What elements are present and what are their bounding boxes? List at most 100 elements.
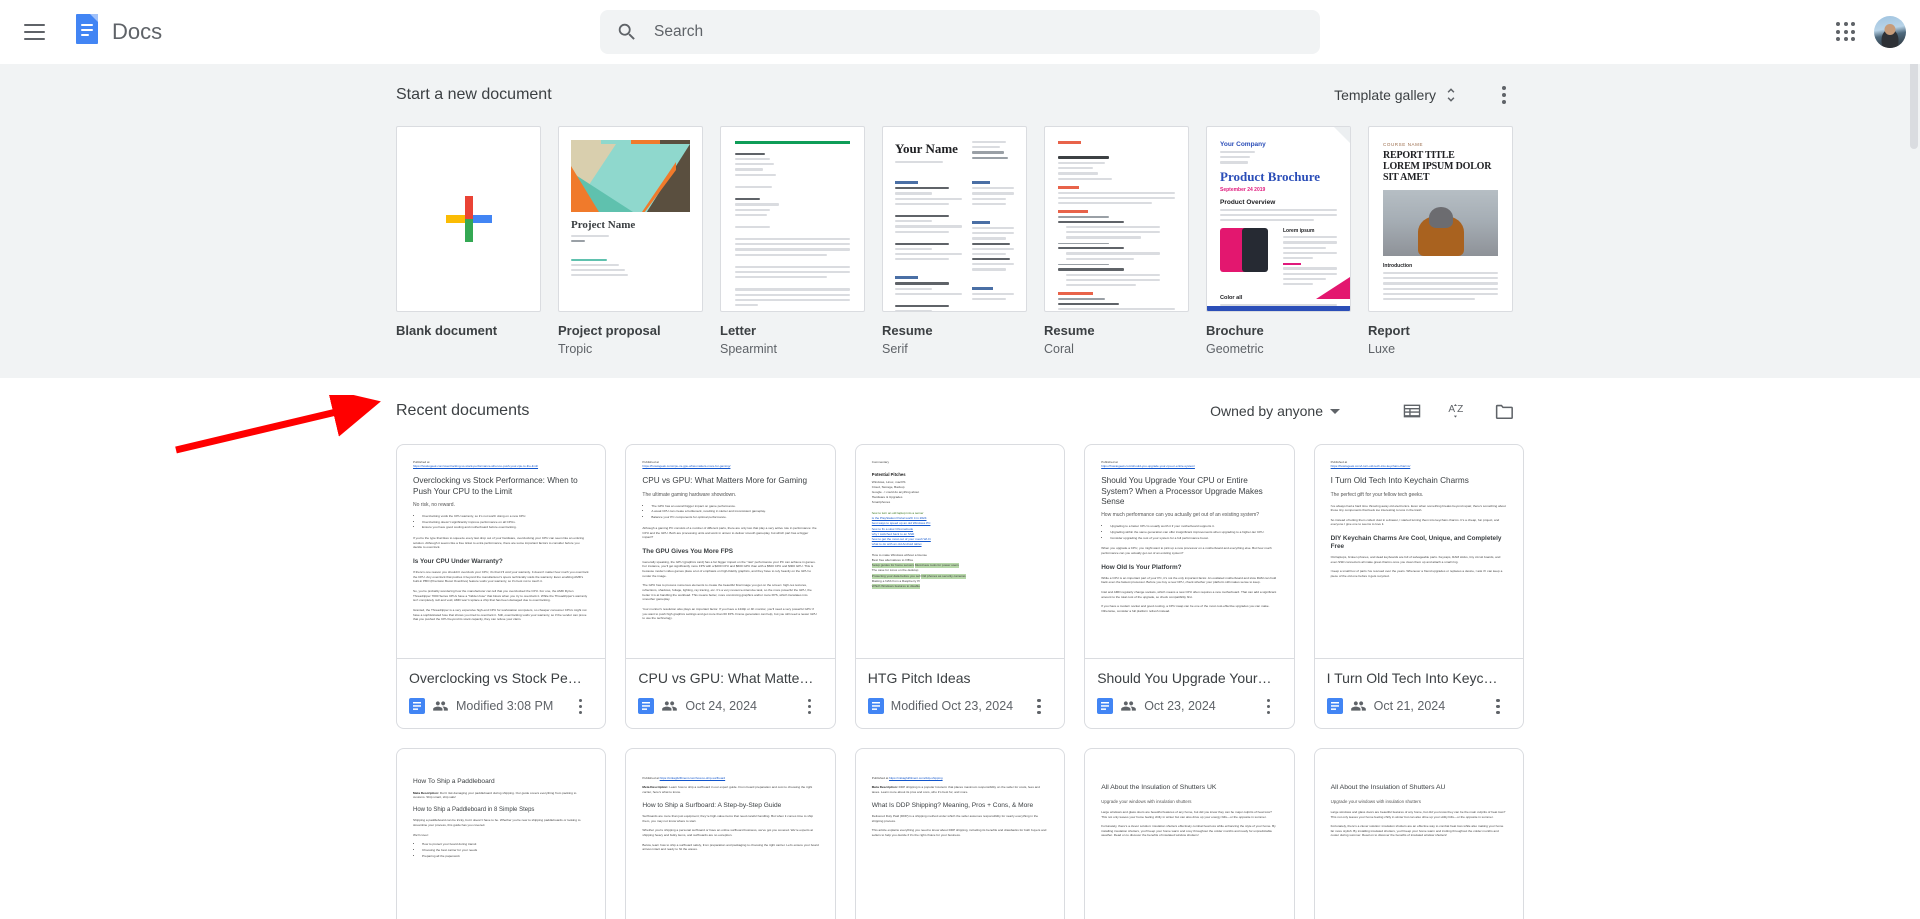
preview-check-item: Must-have tools for power users [914, 563, 959, 569]
sort-az-icon[interactable]: A Z [1438, 391, 1478, 431]
template-thumbnail-tropic[interactable]: Project Name [558, 126, 703, 312]
template-thumbnail-coral[interactable] [1044, 126, 1189, 312]
preview-paragraph: If there's one reason you shouldn't over… [413, 570, 589, 584]
document-thumbnail[interactable]: Published at https://howtogeek.com/i-tur… [1313, 444, 1524, 660]
document-card[interactable]: Published at https://howtogeek.com/i-tur… [1313, 444, 1524, 730]
document-thumbnail[interactable]: Published at https://mikagfulfilment.com… [625, 748, 836, 919]
preview-link: what to do with an old Android tablet [871, 542, 922, 547]
preview-paragraph: Old laptops, broken phones, and dead key… [1330, 555, 1501, 564]
top-app-bar: Docs [0, 0, 1920, 64]
document-card[interactable]: Published at https://mikagfulfilment.com… [854, 748, 1066, 919]
template-label: Brochure [1206, 323, 1264, 338]
template-card-blank-document[interactable]: Blank document [396, 126, 541, 356]
preview-subheading: Upgrade your windows with insulation shu… [1330, 798, 1421, 804]
template-preview-date: September 24 2019 [1220, 186, 1266, 193]
preview-paragraph: Fortunately, there's a clever solution: … [1101, 824, 1276, 838]
preview-paragraph: So, you're probably wondering how the ma… [413, 588, 588, 603]
document-thumbnail[interactable]: Published at https://howtogeek.com/overc… [396, 444, 607, 660]
document-thumbnail[interactable]: Published at https://mikagfulfilment.com… [854, 748, 1066, 919]
template-thumbnail-luxe[interactable]: COURSE NAME REPORT TITLE LOREM IPSUM DOL… [1368, 126, 1513, 312]
document-card[interactable]: Published at https://howtogeek.com/shoul… [1084, 444, 1295, 730]
document-card[interactable]: How To Ship a Paddleboard Meta Descripti… [396, 748, 607, 919]
document-more-options-kebab-icon[interactable] [1485, 693, 1511, 719]
template-card-project-proposal[interactable]: Project Name Project proposal Tropic [558, 126, 703, 356]
preview-url: https://mikagfulfilment.com/how-to-ship-… [659, 776, 726, 781]
document-card[interactable]: Commentary Potential Pitches Windows, Li… [854, 444, 1066, 730]
template-thumbnail-blank[interactable] [396, 126, 541, 312]
document-thumbnail[interactable]: How To Ship a Paddleboard Meta Descripti… [396, 748, 607, 919]
template-card-letter[interactable]: Letter Spearmint [720, 126, 865, 356]
template-sublabel: Geometric [1206, 342, 1264, 357]
document-thumbnail[interactable]: All About the Insulation of Shutters AU … [1313, 748, 1524, 919]
template-gallery-button[interactable]: Template gallery [1326, 78, 1468, 112]
template-sublabel: Coral [1044, 342, 1074, 357]
template-card-resume-coral[interactable]: Resume Coral [1044, 126, 1189, 356]
hamburger-menu-icon[interactable] [10, 8, 58, 56]
preview-check-item: Old phones as security cameras [921, 573, 966, 579]
search-input[interactable] [652, 22, 1304, 42]
document-thumbnail[interactable]: All About the Insulation of Shutters UK … [1084, 748, 1295, 919]
preview-link: is the PlayStation Portal worth it in 20… [871, 516, 927, 521]
scrollbar-thumb[interactable] [1910, 52, 1918, 149]
preview-paragraph: Although a gaming PC consists of a numbe… [642, 525, 817, 540]
preview-bullet: Preparing all the paperwork [422, 854, 589, 859]
docs-file-type-icon [1097, 698, 1114, 715]
google-apps-grid-icon[interactable] [1826, 12, 1866, 52]
templates-more-options-kebab-icon[interactable] [1484, 75, 1524, 115]
preview-heading: Overclocking vs Stock Performance: When … [413, 476, 578, 496]
svg-text:Z: Z [1457, 404, 1463, 415]
preview-meta-label: Meta Description: [871, 785, 898, 790]
document-more-options-kebab-icon[interactable] [1256, 693, 1282, 719]
template-card-resume-serif[interactable]: Your Name Resume Serif [882, 126, 1027, 356]
docs-file-type-icon [409, 698, 425, 715]
document-date: Modified Oct 23, 2024 [890, 699, 1014, 714]
preview-paragraph: So instead of letting them collect dust … [1330, 517, 1500, 527]
template-thumbnail-serif[interactable]: Your Name [882, 126, 1027, 312]
template-card-brochure[interactable]: Your Company Product Brochure September … [1206, 126, 1351, 356]
document-card[interactable]: Published at https://howtogeek.com/cpu-v… [625, 444, 836, 730]
document-thumbnail[interactable]: Published at https://howtogeek.com/shoul… [1084, 444, 1295, 660]
document-card[interactable]: All About the Insulation of Shutters UK … [1084, 748, 1295, 919]
preview-paragraph: Surfboards are more than just equipment;… [642, 814, 814, 823]
owner-filter-label: Owned by anyone [1210, 403, 1323, 420]
preview-link: best ways to speed up an old Windows PC [871, 521, 931, 526]
document-card[interactable]: Published at https://mikagfulfilment.com… [625, 748, 836, 919]
document-thumbnail[interactable]: Published at https://howtogeek.com/cpu-v… [625, 444, 836, 660]
document-more-options-kebab-icon[interactable] [797, 693, 823, 719]
document-card[interactable]: All About the Insulation of Shutters AU … [1313, 748, 1524, 919]
docs-file-type-icon [867, 698, 884, 715]
template-thumbnail-spearmint[interactable] [720, 126, 865, 312]
document-more-options-kebab-icon[interactable] [567, 693, 593, 719]
template-preview-title: Project Name [571, 219, 636, 231]
google-docs-logo-icon[interactable] [72, 12, 102, 52]
page-scrollbar[interactable] [1908, 0, 1920, 919]
preview-published: Published at [642, 776, 659, 781]
preview-list-title: Potential Pitches [871, 472, 906, 478]
open-file-picker-icon[interactable] [1484, 391, 1524, 431]
owner-filter-dropdown[interactable]: Owned by anyone [1200, 395, 1350, 427]
templates-heading: Start a new document [396, 86, 552, 103]
app-title: Docs [112, 19, 163, 44]
search-bar[interactable] [600, 10, 1320, 54]
template-label: Report [1368, 323, 1410, 338]
template-card-report[interactable]: COURSE NAME REPORT TITLE LOREM IPSUM DOL… [1368, 126, 1513, 356]
document-card[interactable]: Published at https://howtogeek.com/overc… [396, 444, 607, 730]
preview-paragraph: Your monitor's resolution also plays an … [642, 606, 817, 621]
preview-heading: All About the Insulation of Shutters UK [1101, 784, 1217, 792]
preview-meta-text: DDP shipping is a popular Incoterm that … [871, 785, 1040, 795]
user-avatar[interactable] [1874, 16, 1906, 48]
preview-bullet: Overclocking doesn't significantly impro… [422, 520, 589, 525]
document-meta: HTG Pitch Ideas Modified Oct 23, 2024 [854, 659, 1066, 730]
template-thumbnail-geometric[interactable]: Your Company Product Brochure September … [1206, 126, 1351, 312]
preview-subheading: The perfect gift for your fellow tech ge… [1330, 491, 1424, 498]
document-more-options-kebab-icon[interactable] [1026, 693, 1052, 719]
preview-paragraph: I keep a small box of parts I've rescued… [1330, 569, 1503, 579]
document-thumbnail[interactable]: Commentary Potential Pitches Windows, Li… [854, 444, 1066, 660]
document-meta: CPU vs GPU: What Matte… Oct 24, 2024 [625, 659, 836, 730]
preview-subheading: Upgrade your windows with insulation shu… [1101, 798, 1192, 804]
preview-paragraph: While a CPU is an important part of your… [1101, 575, 1277, 585]
preview-bullet: Consider upgrading the rest of your syst… [1110, 536, 1277, 541]
preview-subheading: How much performance can you actually ge… [1101, 512, 1260, 519]
preview-heading: How to Ship a Surfboard: A Step-by-Step … [642, 801, 782, 809]
list-view-icon[interactable] [1392, 391, 1432, 431]
